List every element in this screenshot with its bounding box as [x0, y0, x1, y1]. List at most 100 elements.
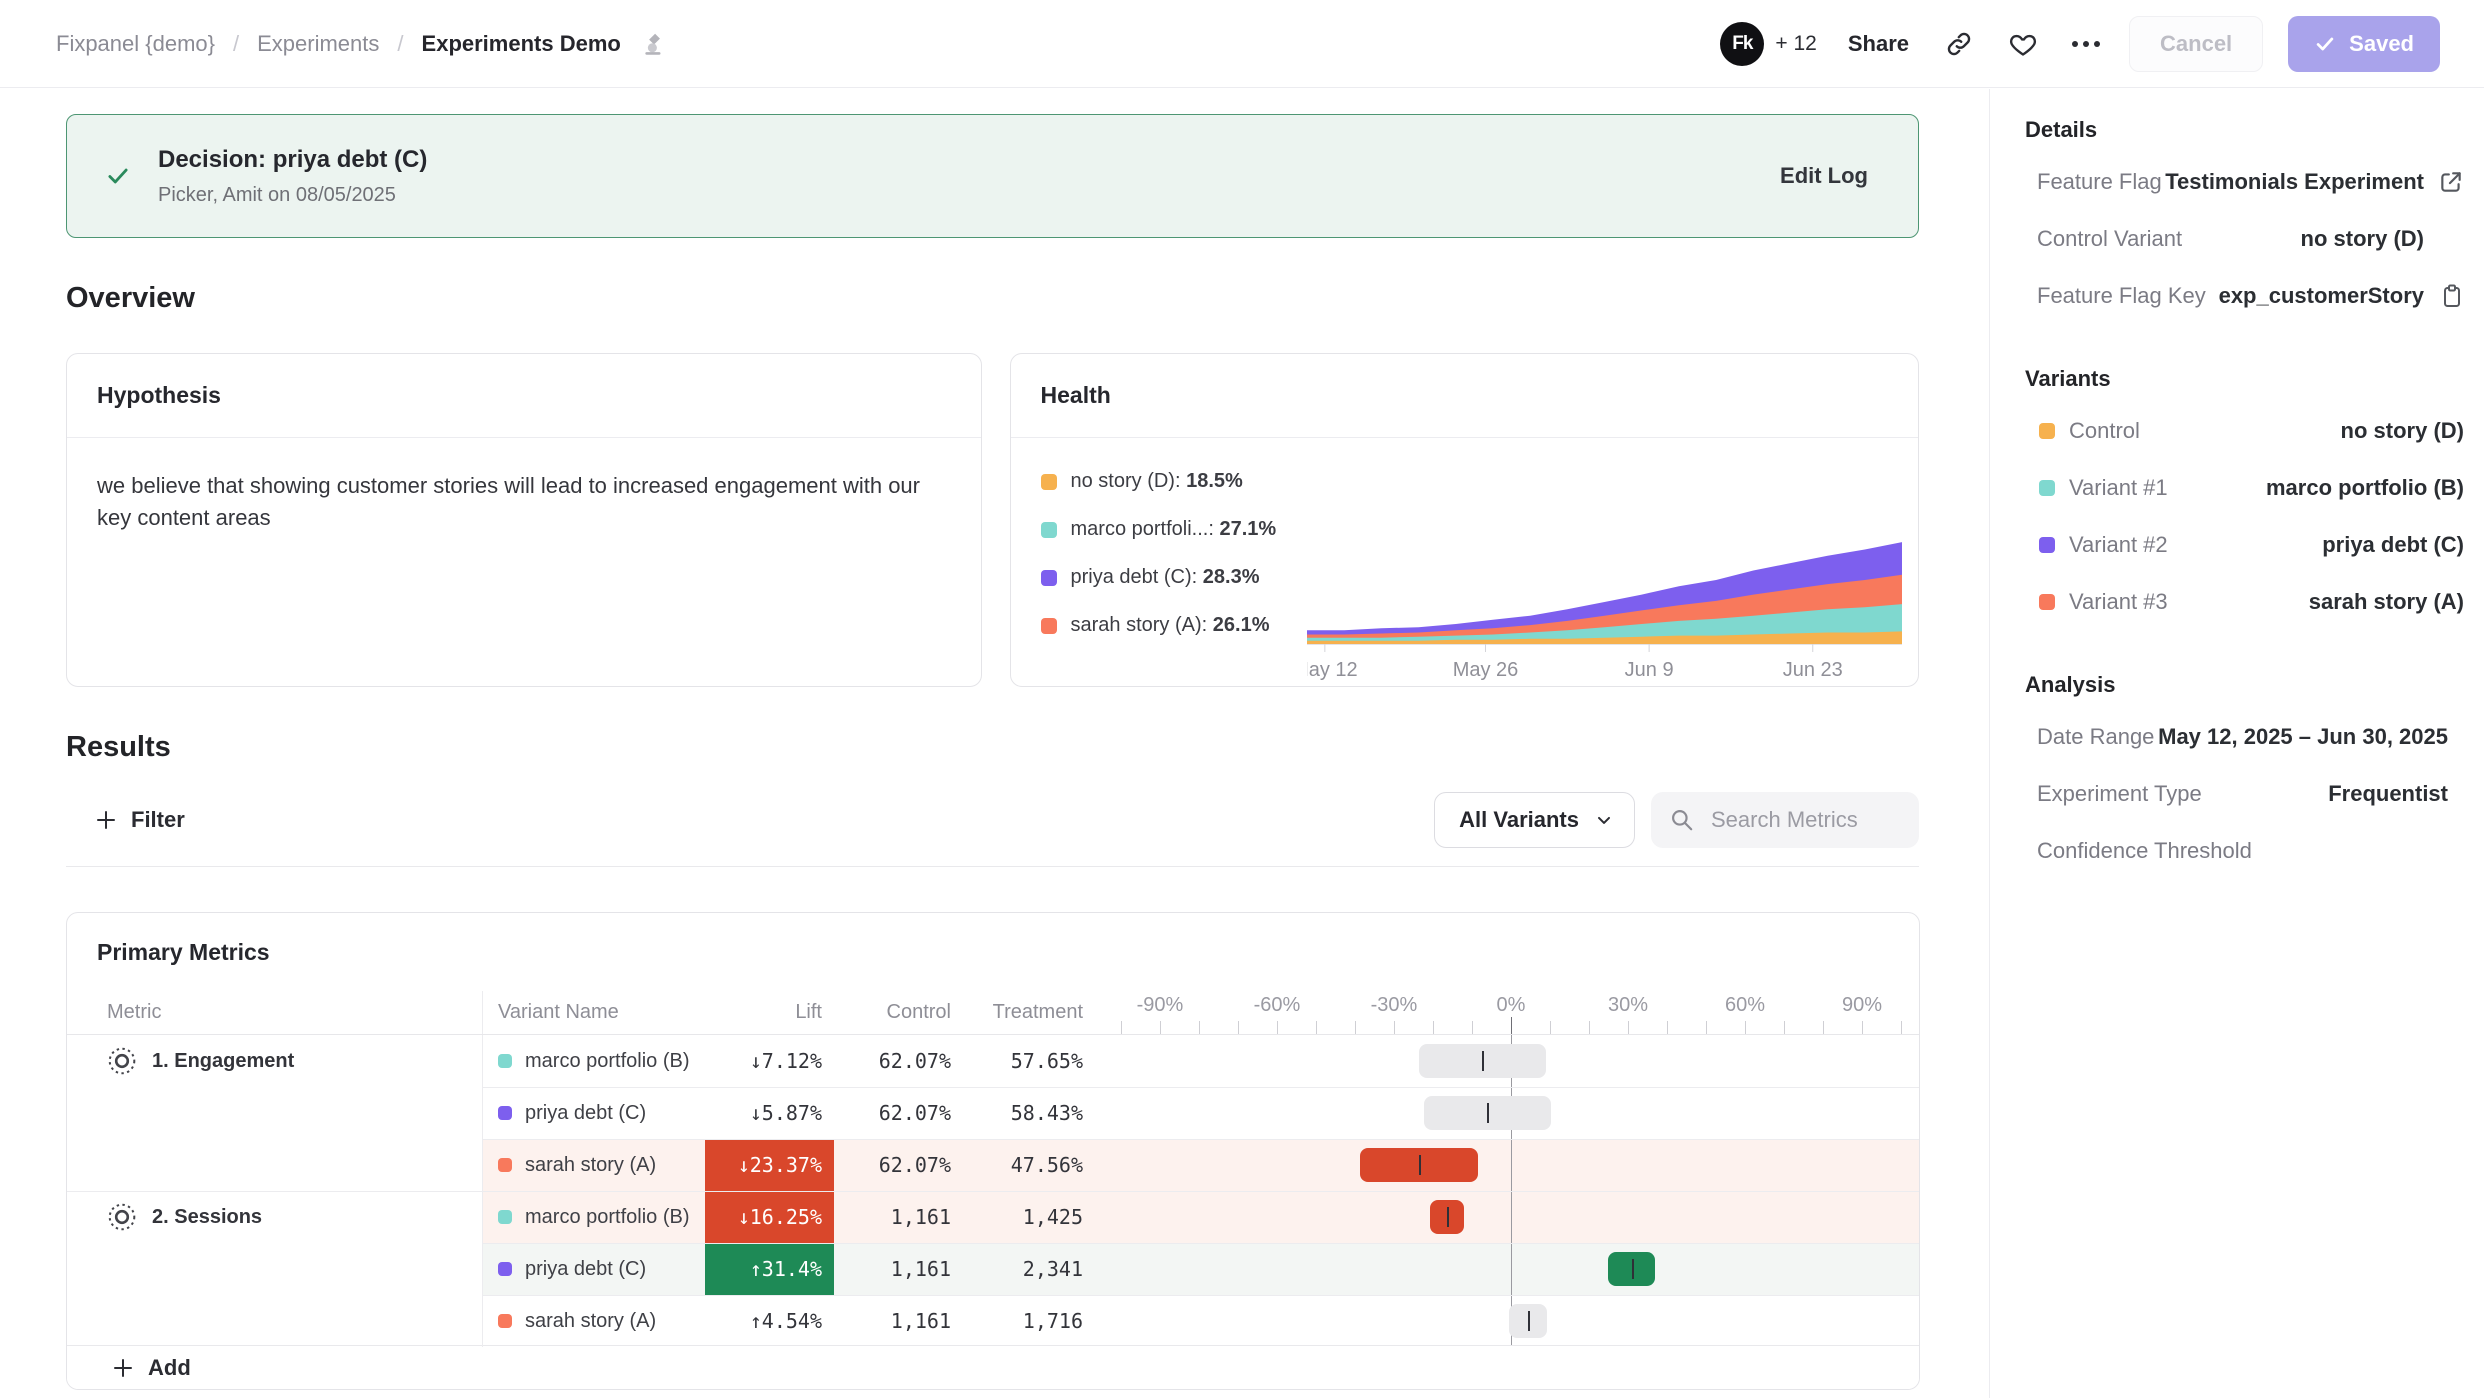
search-input[interactable] — [1709, 806, 1901, 834]
share-button[interactable]: Share — [1842, 30, 1915, 58]
variant-value: sarah story (A) — [2309, 589, 2464, 615]
legend-text: priya debt (C): 28.3% — [1071, 566, 1260, 589]
variant-cell: marco portfolio (B) — [483, 1191, 705, 1243]
decision-check-icon — [105, 163, 131, 189]
legend-value: 28.3% — [1203, 566, 1260, 588]
saved-button[interactable]: Saved — [2288, 16, 2440, 72]
detail-row-feature-flag-key: Feature Flag Key exp_customerStory — [2025, 267, 2464, 324]
variant-cell: priya debt (C) — [483, 1087, 705, 1139]
ci-cell — [1121, 1295, 1901, 1347]
ci-cell — [1121, 1243, 1901, 1295]
scale-zero-tick — [1511, 1017, 1512, 1034]
cancel-button[interactable]: Cancel — [2129, 16, 2263, 72]
add-metric-button[interactable]: Add — [67, 1345, 1919, 1389]
check-icon — [2314, 33, 2336, 55]
legend-label: marco portfoli...: — [1071, 518, 1214, 540]
table-rows: 1. Engagement marco portfolio (B) ↓7.12%… — [67, 1035, 1919, 1347]
health-legend-item: sarah story (A): 26.1% — [1041, 614, 1303, 637]
confidence-interval-bar — [1509, 1304, 1547, 1338]
ci-mean-tick — [1482, 1051, 1484, 1071]
variant-cell: sarah story (A) — [483, 1295, 705, 1347]
scale-tick — [1277, 1021, 1278, 1034]
table-row[interactable]: priya debt (C) ↑31.4% 1,161 2,341 — [67, 1243, 1919, 1295]
hypothesis-text: we believe that showing customer stories… — [67, 438, 981, 534]
table-row[interactable]: 2. Sessions marco portfolio (B) ↓16.25% … — [67, 1191, 1919, 1243]
detail-label: Control Variant — [2025, 226, 2182, 252]
variant-row: Control no story (D) — [2025, 402, 2464, 459]
row-divider — [67, 1191, 1919, 1192]
favorite-heart-icon[interactable] — [2003, 25, 2043, 63]
scale-tick — [1784, 1021, 1785, 1034]
metric-target-icon — [107, 1202, 137, 1232]
legend-text: marco portfoli...: 27.1% — [1071, 518, 1277, 541]
toolbar-right: All Variants — [1434, 792, 1919, 848]
feature-flag-value[interactable]: Testimonials Experiment — [2165, 169, 2424, 195]
results-heading: Results — [66, 731, 1989, 764]
variant-name: priya debt (C) — [525, 1102, 646, 1125]
variants-filter-dropdown[interactable]: All Variants — [1434, 792, 1635, 848]
column-spacer — [1083, 991, 1121, 1034]
more-options-icon[interactable] — [2068, 26, 2104, 62]
treatment-value: 57.65% — [951, 1035, 1083, 1087]
control-value: 62.07% — [834, 1139, 951, 1191]
scale-tick — [1355, 1021, 1356, 1034]
detail-row-control-variant: Control Variant no story (D) — [2025, 210, 2464, 267]
scale-tick — [1862, 1021, 1863, 1034]
lift-value: ↓5.87% — [705, 1087, 834, 1139]
analysis-label: Confidence Threshold — [2025, 838, 2252, 864]
decision-banner: Decision: priya debt (C) Picker, Amit on… — [66, 114, 1919, 238]
microscope-icon — [641, 31, 667, 57]
scale-label: -30% — [1371, 994, 1418, 1017]
collaborators-count[interactable]: + 12 — [1775, 32, 1816, 56]
variant-cell: priya debt (C) — [483, 1243, 705, 1295]
variant-swatch — [498, 1314, 512, 1328]
table-row[interactable]: priya debt (C) ↓5.87% 62.07% 58.43% — [67, 1087, 1919, 1139]
legend-label: priya debt (C): — [1071, 566, 1198, 588]
scale-tick — [1121, 1021, 1122, 1034]
scale-tick — [1394, 1021, 1395, 1034]
external-link-icon[interactable] — [2438, 169, 2464, 195]
variant-swatch — [498, 1106, 512, 1120]
clipboard-copy-icon[interactable] — [2438, 283, 2464, 309]
variants-heading: Variants — [2025, 364, 2464, 394]
confidence-interval-bar — [1360, 1148, 1478, 1182]
ci-cell — [1121, 1087, 1901, 1139]
variant-swatch — [498, 1158, 512, 1172]
top-actions: Fk + 12 Share Cancel Saved — [1720, 16, 2440, 72]
health-legend-item: priya debt (C): 28.3% — [1041, 566, 1303, 589]
legend-swatch — [1041, 522, 1057, 538]
variant-value: marco portfolio (B) — [2266, 475, 2464, 501]
breadcrumb-experiments[interactable]: Experiments — [257, 31, 379, 57]
edit-log-button[interactable]: Edit Log — [1780, 163, 1868, 189]
table-row[interactable]: sarah story (A) ↑4.54% 1,161 1,716 — [67, 1295, 1919, 1347]
health-exposure-area-chart: May 12May 26Jun 9Jun 23 — [1303, 462, 1903, 686]
legend-swatch — [1041, 618, 1057, 634]
overview-heading: Overview — [66, 282, 1989, 315]
table-row[interactable]: 1. Engagement marco portfolio (B) ↓7.12%… — [67, 1035, 1919, 1087]
table-row[interactable]: sarah story (A) ↓23.37% 62.07% 47.56% — [67, 1139, 1919, 1191]
variant-color-swatch — [2039, 423, 2055, 439]
ci-plot-area — [1121, 1295, 1901, 1347]
ci-plot-area — [1121, 1191, 1901, 1243]
scale-tick — [1316, 1021, 1317, 1034]
breadcrumb-project[interactable]: Fixpanel {demo} — [56, 31, 215, 57]
row-end-spacer — [1901, 1139, 1919, 1191]
ellipsis-dots — [2072, 30, 2100, 58]
breadcrumb-separator: / — [397, 31, 403, 57]
scale-tick — [1589, 1021, 1590, 1034]
metric-cell: 2. Sessions — [67, 1191, 483, 1243]
search-icon — [1669, 807, 1695, 833]
plus-icon — [94, 808, 118, 832]
metric-cell — [67, 1139, 483, 1191]
avatar[interactable]: Fk — [1720, 22, 1764, 66]
add-filter-button[interactable]: Filter — [88, 806, 191, 834]
column-treatment: Treatment — [951, 991, 1083, 1034]
lift-scale-axis: -90%-60%-30%0%30%60%90% — [1121, 991, 1901, 1034]
lift-value: ↑31.4% — [705, 1243, 834, 1295]
x-axis-label: May 26 — [1453, 659, 1519, 681]
variant-name: marco portfolio (B) — [525, 1206, 690, 1229]
decision-subtitle: Picker, Amit on 08/05/2025 — [158, 184, 1780, 207]
legend-text: no story (D): 18.5% — [1071, 470, 1243, 493]
copy-link-icon[interactable] — [1940, 25, 1978, 63]
row-end-spacer — [1901, 1295, 1919, 1347]
